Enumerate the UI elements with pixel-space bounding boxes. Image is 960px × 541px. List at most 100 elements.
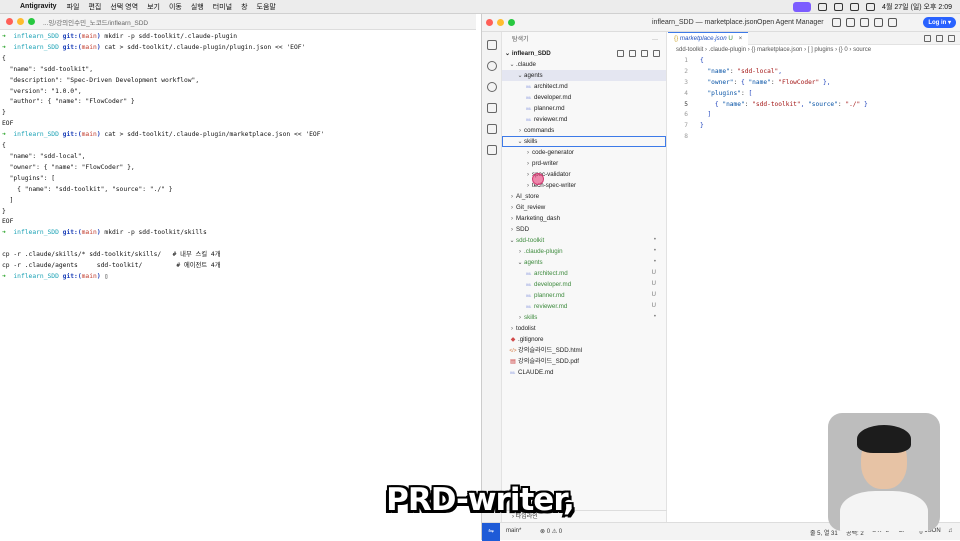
menu-item-2[interactable]: 선택 영역 bbox=[110, 2, 138, 12]
code-line[interactable]: 7} bbox=[668, 121, 960, 132]
tree-item[interactable]: M↓ reviewer.md bbox=[502, 114, 666, 125]
code-editor[interactable]: 1{2 "name": "sdd-local", 3 "owner": { "na… bbox=[668, 56, 960, 143]
compare-icon[interactable] bbox=[924, 35, 931, 42]
tree-item[interactable]: › todolist bbox=[502, 323, 666, 334]
close-icon[interactable]: × bbox=[739, 35, 743, 42]
menu-item-1[interactable]: 편집 bbox=[88, 2, 101, 12]
tree-item[interactable]: › code-generator bbox=[502, 147, 666, 158]
workspace-root[interactable]: ⌄ inflearn_SDD bbox=[502, 48, 666, 59]
tab-bar: {} marketplace.json U × bbox=[668, 32, 960, 45]
close-icon[interactable] bbox=[6, 18, 13, 25]
more-icon[interactable]: ··· bbox=[652, 32, 658, 48]
source-control-icon[interactable] bbox=[487, 82, 497, 92]
notifications-icon[interactable]: ♫ bbox=[948, 528, 953, 534]
code-line[interactable]: 3 "owner": { "name": "FlowCoder" }, bbox=[668, 78, 960, 89]
tree-item[interactable]: M↓ architect.md U bbox=[502, 268, 666, 279]
menu-item-7[interactable]: 창 bbox=[241, 2, 247, 12]
refresh-icon[interactable] bbox=[641, 50, 648, 57]
menu-item-4[interactable]: 이동 bbox=[169, 2, 182, 12]
tree-item[interactable]: M↓ CLAUDE.md bbox=[502, 367, 666, 378]
panel-toggle-icon[interactable] bbox=[846, 18, 855, 27]
tree-item[interactable]: M↓ reviewer.md U bbox=[502, 301, 666, 312]
code-line[interactable]: 2 "name": "sdd-local", bbox=[668, 67, 960, 78]
code-line[interactable]: 8 bbox=[668, 132, 960, 143]
new-folder-icon[interactable] bbox=[629, 50, 636, 57]
remote-icon[interactable]: ⇋ bbox=[482, 523, 500, 541]
sidebar-toggle-icon[interactable] bbox=[832, 18, 841, 27]
code-text[interactable]: "owner": { "name": "FlowCoder" }, bbox=[700, 78, 830, 89]
explorer-icon[interactable] bbox=[487, 40, 497, 50]
maximize-icon[interactable] bbox=[508, 19, 515, 26]
recording-icon[interactable] bbox=[793, 2, 812, 12]
tree-item[interactable]: </>강의슬라이드_SDD.html bbox=[502, 345, 666, 356]
search-icon[interactable] bbox=[850, 3, 860, 11]
code-text[interactable]: { "name": "sdd-toolkit", "source": "./" … bbox=[700, 100, 868, 111]
code-line[interactable]: 4 "plugins": [ bbox=[668, 89, 960, 100]
extensions-icon[interactable] bbox=[487, 145, 497, 155]
open-agent-manager-button[interactable]: Open Agent Manager bbox=[757, 19, 824, 26]
code-line[interactable]: 5 { "name": "sdd-toolkit", "source": "./… bbox=[668, 100, 960, 111]
code-line[interactable]: 6 ] bbox=[668, 110, 960, 121]
minimize-icon[interactable] bbox=[497, 19, 504, 26]
remote-explorer-icon[interactable] bbox=[487, 124, 497, 134]
wifi-icon[interactable] bbox=[834, 3, 844, 11]
tree-item[interactable]: ⌄sdd-toolkit • bbox=[502, 235, 666, 246]
tree-item[interactable]: › spec-validator bbox=[502, 169, 666, 180]
collapse-all-icon[interactable] bbox=[653, 50, 660, 57]
tree-item[interactable]: › Marketing_dash bbox=[502, 213, 666, 224]
clock[interactable]: 4월 27일 (일) 오후 2:09 bbox=[882, 2, 952, 12]
menu-item-6[interactable]: 터미널 bbox=[213, 2, 232, 12]
search-icon[interactable] bbox=[487, 61, 497, 71]
settings-icon[interactable] bbox=[888, 18, 897, 27]
battery-icon[interactable] bbox=[818, 3, 828, 11]
cursor-position[interactable]: 줄 5, 열 31 bbox=[810, 528, 838, 537]
tree-item[interactable]: › Git_review bbox=[502, 202, 666, 213]
tree-item[interactable]: M↓ developer.md U bbox=[502, 279, 666, 290]
tree-item[interactable]: ⌄agents bbox=[502, 70, 666, 81]
app-name-menu[interactable]: Antigravity bbox=[20, 3, 57, 10]
tree-item[interactable]: › prd-writer bbox=[502, 158, 666, 169]
code-text[interactable]: ] bbox=[700, 110, 711, 121]
menu-item-0[interactable]: 파일 bbox=[67, 2, 80, 12]
problems-status[interactable]: ⊗ 0 ⚠ 0 bbox=[540, 528, 562, 535]
code-text[interactable]: "name": "sdd-local", bbox=[700, 67, 782, 78]
menu-item-8[interactable]: 도움말 bbox=[257, 2, 276, 12]
tree-item[interactable]: M↓ planner.md bbox=[502, 103, 666, 114]
split-icon[interactable] bbox=[860, 18, 869, 27]
code-text[interactable]: "plugins": [ bbox=[700, 89, 752, 100]
tree-item[interactable]: › tech-spec-writer bbox=[502, 180, 666, 191]
split-editor-icon[interactable] bbox=[936, 35, 943, 42]
tree-item[interactable]: ⌄.claude bbox=[502, 59, 666, 70]
code-text[interactable]: } bbox=[700, 121, 704, 132]
tree-item[interactable]: ◆ .gitignore bbox=[502, 334, 666, 345]
maximize-icon[interactable] bbox=[28, 18, 35, 25]
menu-item-5[interactable]: 실행 bbox=[191, 2, 204, 12]
tree-item[interactable]: ⌄skills bbox=[502, 136, 666, 147]
run-debug-icon[interactable] bbox=[487, 103, 497, 113]
tree-item[interactable]: ⌄agents • bbox=[502, 257, 666, 268]
control-center-icon[interactable] bbox=[866, 3, 876, 11]
tree-item[interactable]: › AI_store bbox=[502, 191, 666, 202]
branch-status[interactable]: main* bbox=[506, 528, 521, 534]
tree-item[interactable]: M↓ architect.md bbox=[502, 81, 666, 92]
tree-item[interactable]: M↓ planner.md U bbox=[502, 290, 666, 301]
search-icon[interactable] bbox=[874, 18, 883, 27]
close-icon[interactable] bbox=[486, 19, 493, 26]
tree-item[interactable]: › commands bbox=[502, 125, 666, 136]
login-button[interactable]: Log in ▾ bbox=[923, 17, 956, 28]
terminal-window[interactable]: ...잉/강의인수민_노코드/inflearn_SDD ➜ inflearn_S… bbox=[0, 14, 476, 540]
terminal-output[interactable]: ➜ inflearn_SDD git:(main) mkdir -p sdd-t… bbox=[0, 30, 476, 285]
tree-item[interactable]: › SDD bbox=[502, 224, 666, 235]
tree-item[interactable]: › .claude-plugin • bbox=[502, 246, 666, 257]
menu-item-3[interactable]: 보기 bbox=[147, 2, 160, 12]
minimize-icon[interactable] bbox=[17, 18, 24, 25]
tree-item[interactable]: ▤ 강의슬라이드_SDD.pdf bbox=[502, 356, 666, 367]
more-icon[interactable] bbox=[948, 35, 955, 42]
tree-item[interactable]: › skills • bbox=[502, 312, 666, 323]
new-file-icon[interactable] bbox=[617, 50, 624, 57]
tab-marketplace-json[interactable]: {} marketplace.json U × bbox=[668, 32, 749, 45]
breadcrumb[interactable]: sdd-toolkit › .claude-plugin › {} market… bbox=[668, 45, 960, 56]
tree-item[interactable]: M↓ developer.md bbox=[502, 92, 666, 103]
code-line[interactable]: 1{ bbox=[668, 56, 960, 67]
code-text[interactable]: { bbox=[700, 56, 704, 67]
